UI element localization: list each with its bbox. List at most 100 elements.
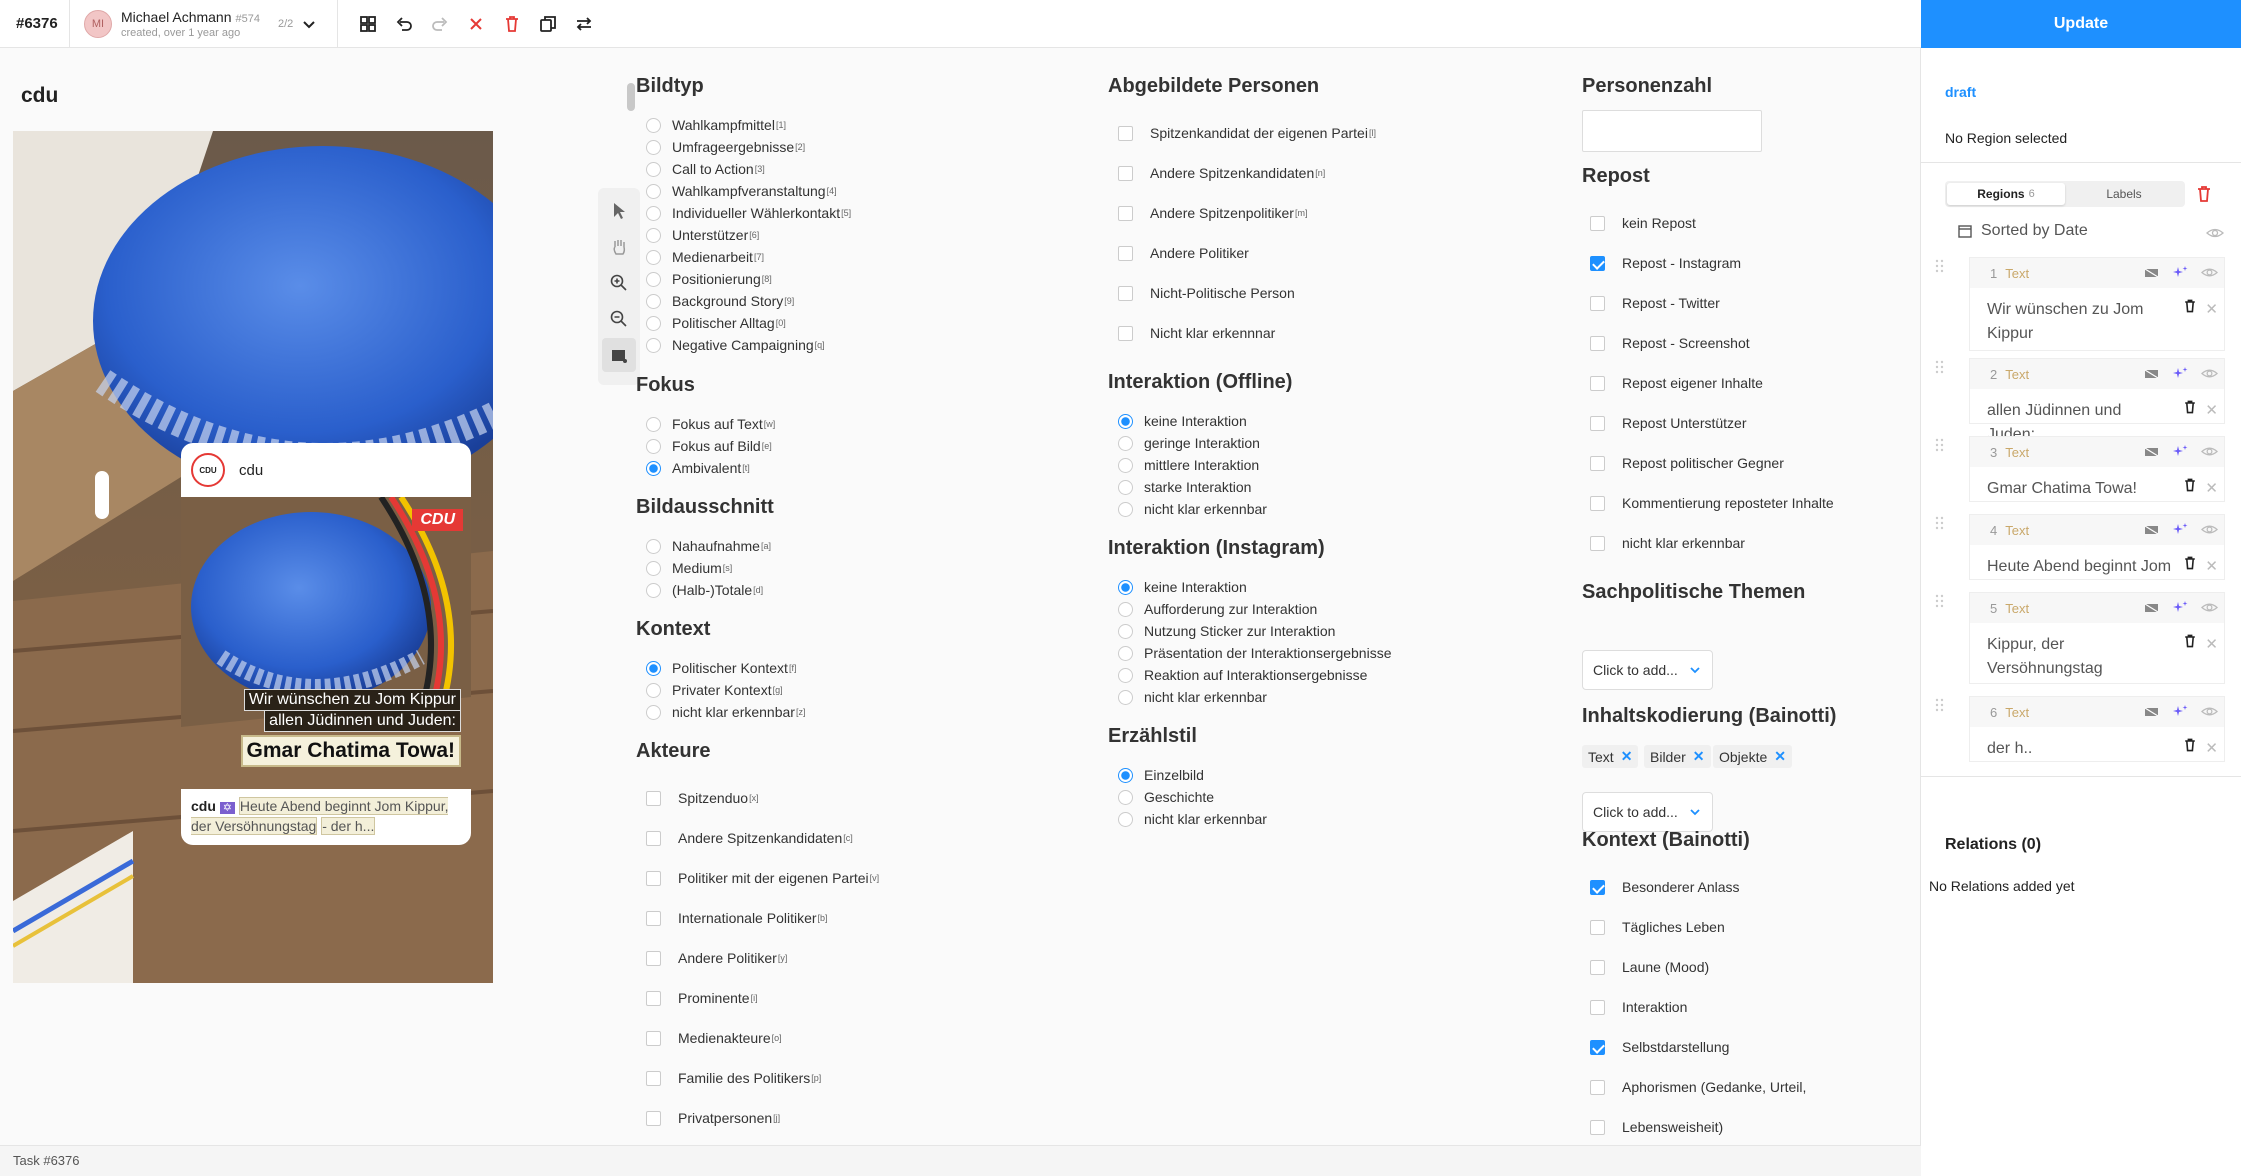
checkbox-option[interactable]: Politiker mit der eigenen Partei [v] bbox=[646, 870, 879, 886]
personenzahl-input[interactable] bbox=[1582, 110, 1762, 152]
radio-option[interactable]: Medienarbeit [7] bbox=[646, 249, 764, 265]
checkbox[interactable] bbox=[646, 870, 661, 886]
trash-icon[interactable] bbox=[2182, 298, 2198, 314]
radio-button[interactable] bbox=[646, 315, 661, 331]
radio-option[interactable]: starke Interaktion bbox=[1118, 479, 1251, 495]
region-lock-icon[interactable] bbox=[2143, 521, 2160, 538]
eye-icon[interactable] bbox=[2201, 703, 2218, 720]
checkbox-option[interactable]: Aphorismen (Gedanke, Urteil, bbox=[1590, 1079, 1806, 1095]
checkbox[interactable] bbox=[1118, 325, 1133, 341]
radio-option[interactable]: Wahlkampfmittel [1] bbox=[646, 117, 786, 133]
drag-handle-icon[interactable] bbox=[1935, 360, 1945, 374]
delete-button[interactable] bbox=[494, 6, 530, 42]
checkbox[interactable] bbox=[1590, 1079, 1605, 1095]
region-lock-icon[interactable] bbox=[2143, 703, 2160, 720]
eye-icon[interactable] bbox=[2201, 365, 2218, 382]
trash-icon[interactable] bbox=[2182, 477, 2198, 493]
region-item[interactable]: 1 Text Wir wünschen zu Jom Kippur ✕ bbox=[1969, 257, 2225, 351]
grid-view-button[interactable] bbox=[350, 6, 386, 42]
radio-option[interactable]: keine Interaktion bbox=[1118, 413, 1247, 429]
radio-button[interactable] bbox=[646, 337, 661, 353]
region-lock-icon[interactable] bbox=[2143, 443, 2160, 460]
checkbox[interactable] bbox=[1590, 999, 1605, 1015]
region-lock-icon[interactable] bbox=[2143, 264, 2160, 281]
checkbox[interactable] bbox=[1590, 959, 1605, 975]
eye-icon[interactable] bbox=[2206, 224, 2224, 242]
drag-handle-icon[interactable] bbox=[1935, 516, 1945, 530]
inhaltskodierung-dropdown[interactable]: Click to add... bbox=[1582, 792, 1713, 832]
radio-button[interactable] bbox=[1118, 811, 1133, 827]
drag-handle-icon[interactable] bbox=[1935, 594, 1945, 608]
zoom-in-tool[interactable] bbox=[602, 266, 636, 300]
radio-button[interactable] bbox=[1118, 435, 1133, 451]
duplicate-button[interactable] bbox=[530, 6, 566, 42]
radio-button[interactable] bbox=[646, 139, 661, 155]
checkbox-option[interactable]: Spitzenkandidat der eigenen Partei [l] bbox=[1118, 125, 1376, 141]
radio-option[interactable]: nicht klar erkennbar bbox=[1118, 689, 1267, 705]
radio-button[interactable] bbox=[646, 293, 661, 309]
region-item[interactable]: 3 Text Gmar Chatima Towa! ✕ bbox=[1969, 436, 2225, 502]
checkbox[interactable] bbox=[1590, 255, 1605, 271]
checkbox[interactable] bbox=[1590, 335, 1605, 351]
tab-labels[interactable]: Labels bbox=[2065, 183, 2183, 205]
radio-button[interactable] bbox=[646, 704, 661, 720]
radio-button[interactable] bbox=[646, 538, 661, 554]
radio-button[interactable] bbox=[646, 416, 661, 432]
checkbox-option[interactable]: Andere Spitzenkandidaten [n] bbox=[1118, 165, 1325, 181]
radio-button[interactable] bbox=[1118, 767, 1133, 783]
radio-option[interactable]: Reaktion auf Interaktionsergebnisse bbox=[1118, 667, 1367, 683]
sparkle-icon[interactable] bbox=[2172, 599, 2189, 616]
radio-option[interactable]: Nahaufnahme [a] bbox=[646, 538, 771, 554]
checkbox-option[interactable]: Andere Politiker bbox=[1118, 245, 1249, 261]
region-text[interactable]: Heute Abend beginnt Jom ✕ bbox=[1970, 545, 2224, 579]
radio-option[interactable]: Ambivalent [t] bbox=[646, 460, 750, 476]
radio-button[interactable] bbox=[1118, 789, 1133, 805]
radio-option[interactable]: Politischer Kontext [f] bbox=[646, 660, 796, 676]
checkbox[interactable] bbox=[1590, 879, 1605, 895]
update-button[interactable]: Update bbox=[1921, 0, 2241, 48]
radio-option[interactable]: Call to Action [3] bbox=[646, 161, 765, 177]
checkbox-option[interactable]: Spitzenduo [x] bbox=[646, 790, 759, 806]
eye-icon[interactable] bbox=[2201, 599, 2218, 616]
trash-icon[interactable] bbox=[2182, 737, 2198, 753]
checkbox[interactable] bbox=[1590, 455, 1605, 471]
trash-icon[interactable] bbox=[2182, 399, 2198, 415]
radio-button[interactable] bbox=[646, 183, 661, 199]
checkbox-option[interactable]: Repost - Twitter bbox=[1590, 295, 1720, 311]
radio-option[interactable]: keine Interaktion bbox=[1118, 579, 1247, 595]
radio-option[interactable]: mittlere Interaktion bbox=[1118, 457, 1259, 473]
radio-option[interactable]: Privater Kontext [g] bbox=[646, 682, 783, 698]
trash-icon[interactable] bbox=[2182, 555, 2198, 571]
post-image[interactable]: CDU cdu CDU Wir wünschen zu Jom Kippur a… bbox=[13, 131, 493, 983]
checkbox[interactable] bbox=[646, 1030, 661, 1046]
radio-button[interactable] bbox=[646, 227, 661, 243]
radio-button[interactable] bbox=[646, 460, 661, 476]
drag-handle-icon[interactable] bbox=[1935, 698, 1945, 712]
checkbox[interactable] bbox=[646, 910, 661, 926]
checkbox-option[interactable]: Lebensweisheit) bbox=[1590, 1119, 1723, 1135]
checkbox[interactable] bbox=[1118, 285, 1133, 301]
checkbox[interactable] bbox=[646, 990, 661, 1006]
close-icon[interactable]: ✕ bbox=[2205, 555, 2218, 579]
radio-button[interactable] bbox=[646, 117, 661, 133]
region-item[interactable]: 2 Text allen Jüdinnen und Juden: ✕ bbox=[1969, 358, 2225, 443]
remove-tag-icon[interactable]: ✕ bbox=[1621, 748, 1633, 765]
checkbox-option[interactable]: nicht klar erkennbar bbox=[1590, 535, 1745, 551]
tab-regions[interactable]: Regions 6 bbox=[1947, 183, 2065, 205]
radio-button[interactable] bbox=[646, 660, 661, 676]
eye-icon[interactable] bbox=[2201, 264, 2218, 281]
radio-button[interactable] bbox=[1118, 579, 1133, 595]
checkbox-option[interactable]: kein Repost bbox=[1590, 215, 1696, 231]
checkbox-option[interactable]: Repost - Instagram bbox=[1590, 255, 1741, 271]
radio-option[interactable]: Fokus auf Bild [e] bbox=[646, 438, 772, 454]
radio-button[interactable] bbox=[1118, 623, 1133, 639]
draft-label[interactable]: draft bbox=[1945, 84, 1976, 100]
sparkle-icon[interactable] bbox=[2172, 264, 2189, 281]
sparkle-icon[interactable] bbox=[2172, 703, 2189, 720]
checkbox-option[interactable]: Andere Politiker [y] bbox=[646, 950, 787, 966]
redo-button[interactable] bbox=[422, 6, 458, 42]
radio-option[interactable]: Präsentation der Interaktionsergebnisse bbox=[1118, 645, 1391, 661]
checkbox[interactable] bbox=[1590, 1039, 1605, 1055]
close-icon[interactable]: ✕ bbox=[2205, 737, 2218, 761]
close-icon[interactable]: ✕ bbox=[2205, 477, 2218, 501]
